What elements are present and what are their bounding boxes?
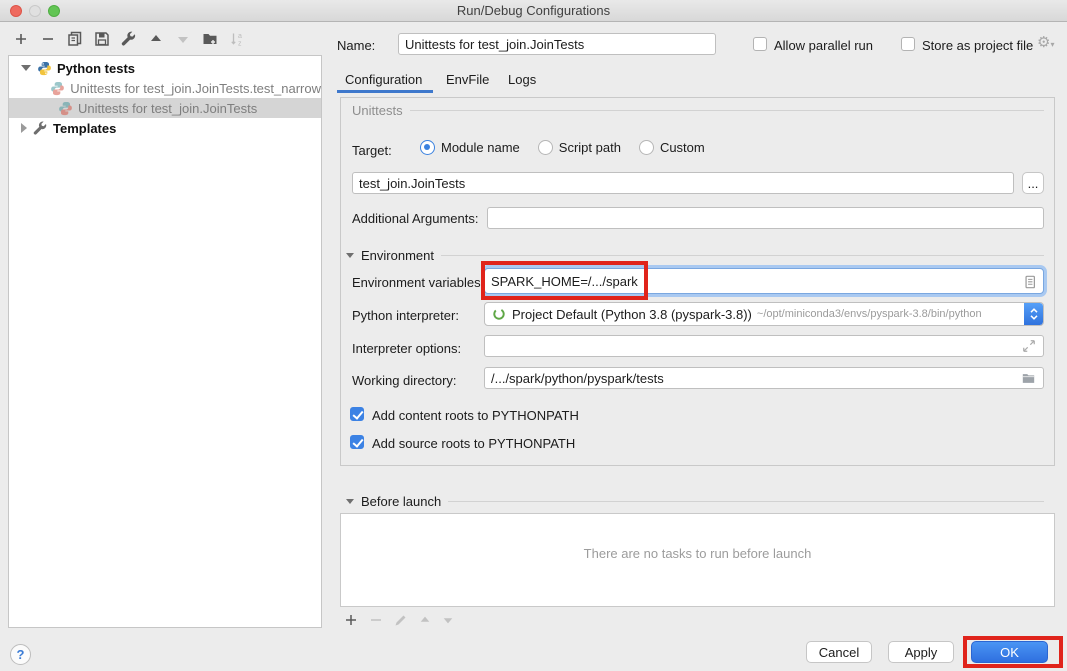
configurations-tree: Python tests Unittests for test_join.Joi… [8, 55, 322, 628]
sort-alphabetically-icon[interactable]: az [229, 31, 245, 47]
move-task-down-icon[interactable] [442, 614, 454, 626]
remove-task-icon[interactable] [369, 613, 383, 627]
radio-script-path[interactable]: Script path [538, 140, 621, 155]
allow-parallel-run-label: Allow parallel run [774, 38, 873, 53]
before-launch-task-list: There are no tasks to run before launch [340, 513, 1055, 607]
add-content-roots-checkbox[interactable] [350, 407, 364, 421]
add-source-roots-checkbox[interactable] [350, 435, 364, 449]
svg-text:a: a [238, 33, 242, 40]
radio-module-name-label: Module name [441, 140, 520, 155]
working-directory-label: Working directory: [352, 373, 457, 388]
browse-folder-icon[interactable] [1021, 371, 1036, 385]
python-interpreter-value: Project Default (Python 3.8 (pyspark-3.8… [512, 307, 752, 322]
tree-item-label: Templates [53, 121, 116, 136]
ok-button[interactable]: OK [971, 641, 1048, 663]
tab-envfile[interactable]: EnvFile [446, 72, 489, 87]
python-interpreter-path: ~/opt/miniconda3/envs/pyspark-3.8/bin/py… [757, 308, 982, 320]
tree-item-unittests-narrow[interactable]: Unittests for test_join.JoinTests.test_n… [9, 78, 321, 98]
before-launch-toolbar [344, 613, 454, 627]
before-launch-section-header[interactable]: Before launch [346, 494, 1044, 509]
add-content-roots-label: Add content roots to PYTHONPATH [372, 408, 579, 423]
tab-logs[interactable]: Logs [508, 72, 536, 87]
environment-section-header[interactable]: Environment [346, 248, 1044, 263]
unittests-group-header: Unittests [352, 103, 1044, 118]
python-icon [37, 61, 52, 76]
section-collapse-icon[interactable] [346, 253, 354, 258]
browse-variables-icon[interactable] [1023, 274, 1037, 290]
tree-item-templates[interactable]: Templates [9, 118, 321, 138]
save-configuration-icon[interactable] [94, 31, 110, 47]
interpreter-options-label: Interpreter options: [352, 341, 461, 356]
python-test-icon [50, 81, 65, 96]
window-title: Run/Debug Configurations [0, 0, 1067, 22]
add-task-icon[interactable] [344, 613, 358, 627]
interpreter-options-input[interactable] [484, 335, 1044, 357]
edit-templates-wrench-icon[interactable] [121, 31, 137, 47]
active-tab-indicator [337, 90, 433, 93]
target-label: Target: [352, 143, 392, 158]
collapsed-chevron-icon[interactable] [21, 123, 27, 133]
before-launch-label: Before launch [361, 494, 441, 509]
python-interpreter-label: Python interpreter: [352, 308, 459, 323]
radio-icon[interactable] [538, 140, 553, 155]
additional-arguments-input[interactable] [487, 207, 1044, 229]
store-as-project-file-label: Store as project file [922, 38, 1033, 53]
allow-parallel-run-checkbox[interactable] [753, 37, 767, 51]
add-source-roots-label: Add source roots to PYTHONPATH [372, 436, 575, 451]
gear-icon[interactable]: ⚙▾ [1037, 33, 1054, 51]
select-spinner-icon[interactable] [1024, 303, 1043, 325]
name-label: Name: [337, 38, 375, 53]
environment-variables-label: Environment variables: [352, 275, 484, 290]
working-directory-input[interactable] [484, 367, 1044, 389]
new-folder-icon[interactable] [202, 31, 218, 47]
radio-selected-icon[interactable] [420, 140, 435, 155]
move-up-icon[interactable] [148, 31, 164, 47]
add-configuration-icon[interactable] [13, 31, 29, 47]
radio-custom-label: Custom [660, 140, 705, 155]
move-task-up-icon[interactable] [419, 614, 431, 626]
tree-item-label: Unittests for test_join.JoinTests.test_n… [70, 81, 321, 96]
radio-script-path-label: Script path [559, 140, 621, 155]
before-launch-empty-text: There are no tasks to run before launch [341, 546, 1054, 561]
tree-item-unittests-jointests[interactable]: Unittests for test_join.JoinTests [9, 98, 321, 118]
remove-configuration-icon[interactable] [40, 31, 56, 47]
radio-module-name[interactable]: Module name [420, 140, 520, 155]
copy-configuration-icon[interactable] [67, 31, 83, 47]
expanded-chevron-icon[interactable] [21, 65, 31, 71]
section-collapse-icon[interactable] [346, 499, 354, 504]
window-titlebar: Run/Debug Configurations [0, 0, 1067, 22]
python-interpreter-select[interactable]: Project Default (Python 3.8 (pyspark-3.8… [484, 302, 1044, 326]
name-input[interactable] [398, 33, 716, 55]
apply-button[interactable]: Apply [888, 641, 954, 663]
module-name-input[interactable] [352, 172, 1014, 194]
help-button[interactable]: ? [10, 644, 31, 665]
conda-environment-icon [492, 307, 506, 321]
svg-text:z: z [238, 41, 242, 48]
move-down-icon[interactable] [175, 31, 191, 47]
tree-item-label: Unittests for test_join.JoinTests [78, 101, 257, 116]
target-radio-group: Module name Script path Custom [420, 140, 705, 155]
configurations-toolbar: az [13, 31, 245, 47]
radio-custom[interactable]: Custom [639, 140, 705, 155]
wrench-icon [33, 121, 48, 136]
unittests-group-label: Unittests [352, 103, 403, 118]
radio-icon[interactable] [639, 140, 654, 155]
store-as-project-file-checkbox[interactable] [901, 37, 915, 51]
edit-task-pencil-icon[interactable] [394, 613, 408, 627]
additional-arguments-label: Additional Arguments: [352, 211, 478, 226]
environment-section-label: Environment [361, 248, 434, 263]
cancel-button[interactable]: Cancel [806, 641, 872, 663]
tree-item-python-tests[interactable]: Python tests [9, 58, 321, 78]
environment-variables-field-wrapper [484, 268, 1044, 294]
environment-variables-input[interactable] [485, 269, 1043, 293]
tab-configuration[interactable]: Configuration [345, 72, 422, 87]
tree-item-label: Python tests [57, 61, 135, 76]
expand-field-icon[interactable] [1022, 339, 1036, 353]
browse-module-button[interactable]: ... [1022, 172, 1044, 194]
python-test-icon [58, 101, 73, 116]
